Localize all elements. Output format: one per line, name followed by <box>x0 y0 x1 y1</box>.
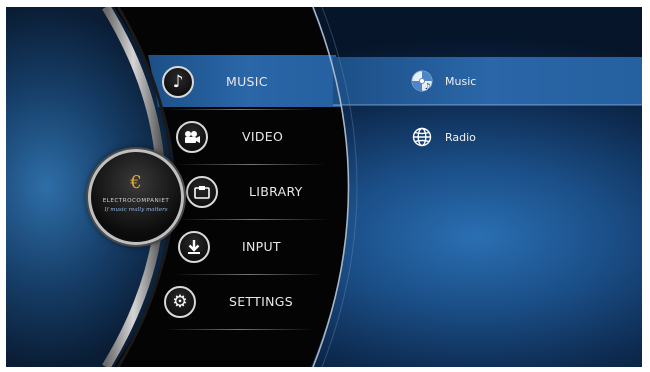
gear-icon: ⚙ <box>164 286 196 318</box>
menu-item-label: VIDEO <box>242 129 284 144</box>
library-folder-icon <box>186 176 218 208</box>
input-download-icon <box>178 231 210 263</box>
brand-tagline: If music really matters <box>104 207 168 213</box>
menu-separator <box>174 274 324 275</box>
media-center-screen: ♪ MUSIC VIDEO LIBRARY INPUT ⚙ SETTINGS ♫… <box>6 7 642 367</box>
menu-separator <box>164 329 314 330</box>
menu-item-music[interactable]: ♪ MUSIC <box>162 57 342 107</box>
submenu-item-music[interactable]: ♫ Music <box>411 70 476 92</box>
menu-item-label: INPUT <box>242 239 281 254</box>
menu-item-settings[interactable]: ⚙ SETTINGS <box>164 277 334 327</box>
menu-item-input[interactable]: INPUT <box>178 222 338 272</box>
menu-item-label: MUSIC <box>226 74 268 89</box>
music-note-icon: ♪ <box>162 66 194 98</box>
menu-item-label: LIBRARY <box>249 184 303 199</box>
submenu-item-label: Music <box>445 74 477 88</box>
menu-item-label: SETTINGS <box>229 294 293 309</box>
submenu-item-radio[interactable]: Radio <box>411 126 476 148</box>
electrocompaniet-logo: € ELECTROCOMPANIET If music really matte… <box>88 149 184 245</box>
disc-music-icon: ♫ <box>411 70 433 92</box>
film-camera-icon <box>176 121 208 153</box>
menu-item-video[interactable]: VIDEO <box>176 112 346 162</box>
svg-text:♫: ♫ <box>424 82 431 91</box>
logo-letter: € <box>130 172 142 193</box>
menu-separator <box>176 164 326 165</box>
menu-separator <box>166 109 316 110</box>
menu-item-library[interactable]: LIBRARY <box>186 167 346 217</box>
submenu-item-label: Radio <box>445 130 476 144</box>
menu-separator <box>178 219 328 220</box>
brand-name: ELECTROCOMPANIET <box>102 198 170 204</box>
globe-icon <box>411 126 433 148</box>
